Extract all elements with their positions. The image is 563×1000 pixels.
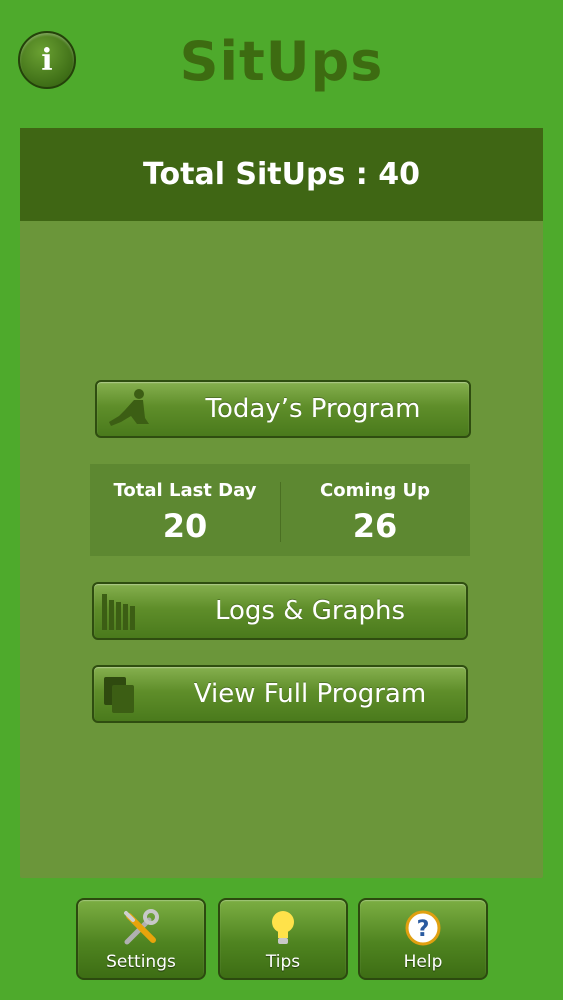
question-icon: ?: [360, 908, 486, 948]
todays-program-label: Today’s Program: [205, 394, 421, 424]
total-situps-label: Total SitUps : 40: [143, 157, 420, 192]
coming-up-label: Coming Up: [320, 480, 430, 501]
pages-icon: [100, 671, 140, 719]
tab-settings[interactable]: Settings: [76, 898, 206, 980]
stats-panel: Total Last Day 20 Coming Up 26: [90, 464, 470, 556]
tools-icon: [78, 908, 204, 948]
bar-chart-icon: [100, 588, 140, 636]
view-full-program-label: View Full Program: [193, 679, 427, 709]
logs-graphs-button[interactable]: Logs & Graphs: [92, 582, 468, 640]
sitting-person-icon: [103, 386, 151, 434]
svg-text:?: ?: [417, 917, 430, 942]
tab-help[interactable]: ? Help: [358, 898, 488, 980]
last-day-label: Total Last Day: [113, 480, 257, 501]
app-title: SitUps: [179, 30, 384, 93]
tips-label: Tips: [265, 952, 301, 972]
logs-graphs-label: Logs & Graphs: [214, 596, 406, 626]
settings-label: Settings: [106, 952, 176, 972]
lightbulb-icon: [220, 908, 346, 948]
coming-up-value: 26: [352, 507, 398, 545]
tab-tips[interactable]: Tips: [218, 898, 348, 980]
last-day-stat: Total Last Day 20: [90, 464, 280, 556]
help-label: Help: [403, 952, 443, 972]
coming-up-stat: Coming Up 26: [280, 464, 470, 556]
last-day-value: 20: [162, 507, 208, 545]
todays-program-button[interactable]: Today’s Program: [95, 380, 471, 438]
main-panel: Total SitUps : 40 Today’s Program Total …: [20, 128, 543, 878]
view-full-program-button[interactable]: View Full Program: [92, 665, 468, 723]
total-situps-header: Total SitUps : 40: [20, 128, 543, 221]
